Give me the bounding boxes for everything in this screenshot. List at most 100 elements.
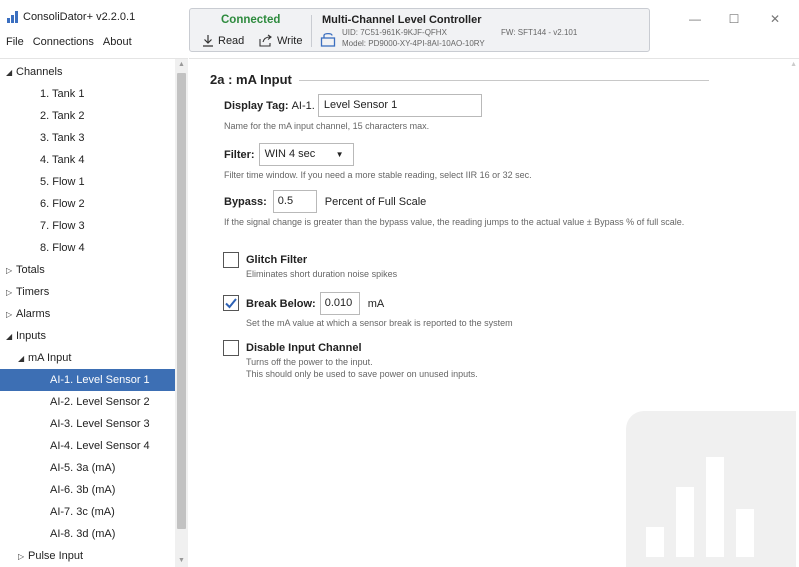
sidebar-item-label: 5. Flow 1 — [40, 176, 85, 188]
connection-panel: Connected Read Write Multi-Channel Level… — [189, 8, 650, 52]
close-icon[interactable]: ✕ — [768, 12, 782, 26]
disable-channel-checkbox[interactable] — [223, 340, 239, 356]
sidebar-item[interactable]: ◢ Channels — [0, 61, 175, 83]
sidebar-item[interactable]: ▷ Pulse Input — [0, 545, 175, 567]
sidebar-item[interactable]: ▷ Totals — [0, 259, 175, 281]
break-below-help: Set the mA value at which a sensor break… — [246, 318, 513, 328]
sidebar-item[interactable]: ◢ mA Input — [0, 347, 175, 369]
read-button[interactable]: Read — [202, 34, 244, 47]
sidebar-item[interactable]: AI-2. Level Sensor 2 — [0, 391, 175, 413]
connection-status: Connected — [221, 14, 281, 26]
sidebar-item[interactable]: ▷ Alarms — [0, 303, 175, 325]
disable-channel-help-2: This should only be used to save power o… — [246, 369, 478, 379]
bypass-help: If the signal change is greater than the… — [224, 217, 685, 227]
sidebar-item-label: AI-8. 3d (mA) — [50, 528, 116, 540]
collapse-arrow-icon[interactable]: ◢ — [18, 348, 28, 370]
bar-chart-icon — [7, 11, 19, 23]
menu-connections[interactable]: Connections — [33, 36, 94, 48]
break-below-checkbox[interactable] — [223, 295, 239, 311]
sidebar-item[interactable]: AI-3. Level Sensor 3 — [0, 413, 175, 435]
write-label: Write — [277, 34, 303, 47]
sidebar-item[interactable]: AI-4. Level Sensor 4 — [0, 435, 175, 457]
sidebar-item-label: AI-1. Level Sensor 1 — [50, 374, 150, 386]
bypass-unit: Percent of Full Scale — [324, 195, 427, 208]
sidebar-item[interactable]: AI-6. 3b (mA) — [0, 479, 175, 501]
glitch-filter-checkbox[interactable] — [223, 252, 239, 268]
sidebar-item-label: AI-4. Level Sensor 4 — [50, 440, 150, 452]
expand-arrow-icon[interactable]: ▷ — [6, 260, 16, 282]
scroll-up-icon[interactable]: ▲ — [790, 61, 797, 68]
display-tag-prefix: AI-1. — [291, 99, 315, 112]
sidebar-item-label: 8. Flow 4 — [40, 242, 85, 254]
sidebar-item[interactable]: AI-5. 3a (mA) — [0, 457, 175, 479]
filter-label: Filter: — [224, 148, 255, 161]
read-label: Read — [218, 34, 245, 47]
sidebar-item[interactable]: 2. Tank 2 — [0, 105, 175, 127]
panel-divider — [311, 15, 312, 47]
bypass-row: Bypass: 0.5 Percent of Full Scale — [224, 190, 426, 213]
sidebar-item-label: 1. Tank 1 — [40, 88, 85, 100]
chevron-down-icon: ▼ — [335, 150, 344, 159]
menu-bar: File Connections About — [6, 36, 132, 48]
glitch-filter-help: Eliminates short duration noise spikes — [246, 269, 398, 279]
filter-dropdown[interactable]: WIN 4 sec ▼ — [258, 143, 354, 166]
sidebar-item[interactable]: AI-7. 3c (mA) — [0, 501, 175, 523]
display-tag-input[interactable]: Level Sensor 1 — [317, 94, 482, 117]
collapse-arrow-icon[interactable]: ◢ — [6, 326, 16, 348]
sidebar-item[interactable]: 7. Flow 3 — [0, 215, 175, 237]
write-button[interactable]: Write — [259, 34, 302, 47]
sidebar-item[interactable]: 1. Tank 1 — [0, 83, 175, 105]
filter-row: Filter: WIN 4 sec ▼ — [224, 143, 354, 166]
scroll-up-icon[interactable]: ▲ — [175, 59, 188, 71]
display-tag-label: Display Tag: — [224, 99, 289, 112]
sidebar-item[interactable]: 6. Flow 2 — [0, 193, 175, 215]
minimize-icon[interactable]: — — [688, 12, 702, 26]
filter-value: WIN 4 sec — [264, 148, 316, 160]
sidebar-item-label: Pulse Input — [28, 550, 84, 562]
sidebar-item-label: mA Input — [28, 352, 72, 364]
expand-arrow-icon[interactable]: ▷ — [6, 282, 16, 304]
break-below-row: Break Below: 0.010 mA — [246, 292, 384, 315]
sidebar-item-label: 2. Tank 2 — [40, 110, 85, 122]
maximize-icon[interactable]: ☐ — [727, 12, 741, 26]
title-divider — [299, 80, 709, 81]
bypass-input[interactable]: 0.5 — [272, 190, 317, 213]
sidebar-item-label: 3. Tank 3 — [40, 132, 85, 144]
lock-icon — [320, 32, 336, 47]
menu-about[interactable]: About — [103, 36, 132, 48]
share-icon — [259, 34, 272, 47]
sidebar-item-label: AI-2. Level Sensor 2 — [50, 396, 150, 408]
sidebar-item-label: Alarms — [16, 308, 51, 320]
device-model: Model: PD9000-XY-4PI-8AI-10AO-10RY — [342, 39, 485, 48]
bypass-label: Bypass: — [224, 195, 267, 208]
sidebar-item-label: 7. Flow 3 — [40, 220, 85, 232]
sidebar-scroll-thumb[interactable] — [177, 73, 186, 529]
break-below-label: Break Below: — [246, 297, 316, 310]
sidebar-item[interactable]: ▷ Timers — [0, 281, 175, 303]
sidebar-scrollbar[interactable]: ▲ ▼ — [175, 59, 188, 567]
settings-panel: ▲ ▼ 2a : mA Input Display Tag: AI-1. Lev… — [189, 58, 799, 567]
filter-help: Filter time window. If you need a more s… — [224, 170, 532, 180]
collapse-arrow-icon[interactable]: ◢ — [6, 62, 16, 84]
page-title: 2a : mA Input — [210, 72, 292, 87]
sidebar-item[interactable]: 4. Tank 4 — [0, 149, 175, 171]
sidebar-item-label: AI-6. 3b (mA) — [50, 484, 116, 496]
menu-file[interactable]: File — [6, 36, 24, 48]
expand-arrow-icon[interactable]: ▷ — [18, 546, 28, 567]
scroll-down-icon[interactable]: ▼ — [175, 555, 188, 567]
sidebar-item-label: 4. Tank 4 — [40, 154, 85, 166]
sidebar-tree: ◢ Channels 1. Tank 1 2. Tank 2 3. Tank 3 4. T… — [0, 58, 188, 567]
break-below-input[interactable]: 0.010 — [319, 292, 360, 315]
sidebar-item[interactable]: 8. Flow 4 — [0, 237, 175, 259]
sidebar-item-label: Inputs — [16, 330, 46, 342]
expand-arrow-icon[interactable]: ▷ — [6, 304, 16, 326]
sidebar-item[interactable]: AI-1. Level Sensor 1 — [0, 369, 175, 391]
device-firmware: FW: SFT144 - v2.101 — [501, 28, 578, 37]
device-uid: UID: 7C51-961K-9KJF-QFHX — [342, 28, 447, 37]
sidebar-item[interactable]: 3. Tank 3 — [0, 127, 175, 149]
sidebar-item-label: Timers — [16, 286, 50, 298]
sidebar-item-label: Totals — [16, 264, 45, 276]
sidebar-item[interactable]: AI-8. 3d (mA) — [0, 523, 175, 545]
sidebar-item[interactable]: 5. Flow 1 — [0, 171, 175, 193]
sidebar-item[interactable]: ◢ Inputs — [0, 325, 175, 347]
